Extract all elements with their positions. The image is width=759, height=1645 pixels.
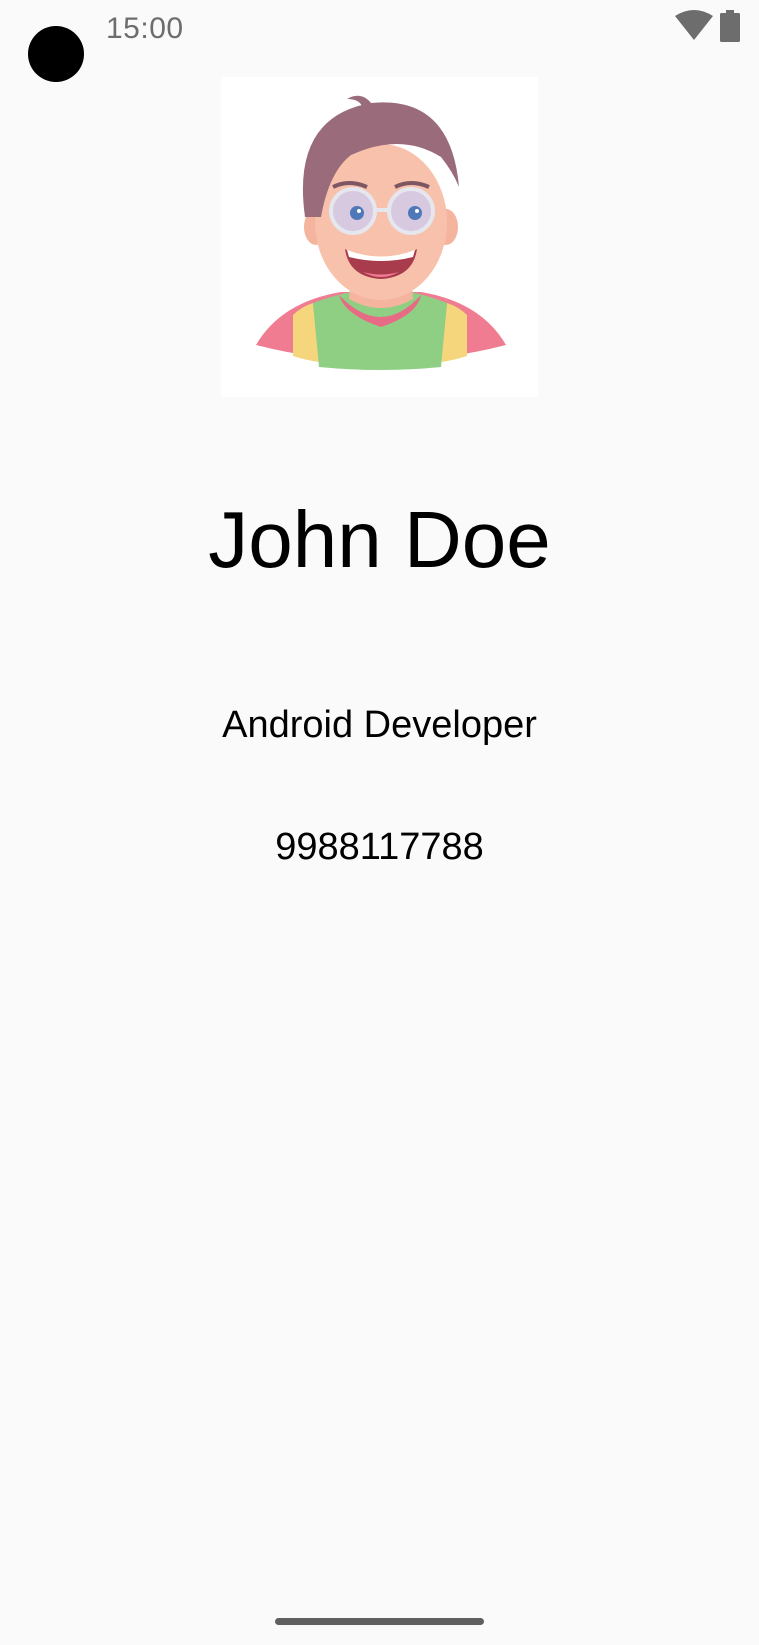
camera-cutout (28, 26, 84, 82)
profile-title: Android Developer (222, 704, 537, 746)
wifi-icon (675, 10, 713, 40)
battery-icon (720, 10, 740, 42)
profile-phone: 9988117788 (275, 826, 484, 868)
home-indicator[interactable] (275, 1618, 484, 1625)
status-time: 15:00 (106, 12, 184, 45)
avatar-illustration-icon (256, 95, 506, 370)
profile-name: John Doe (208, 495, 551, 584)
avatar (221, 77, 538, 397)
status-bar: 15:00 (0, 0, 759, 82)
